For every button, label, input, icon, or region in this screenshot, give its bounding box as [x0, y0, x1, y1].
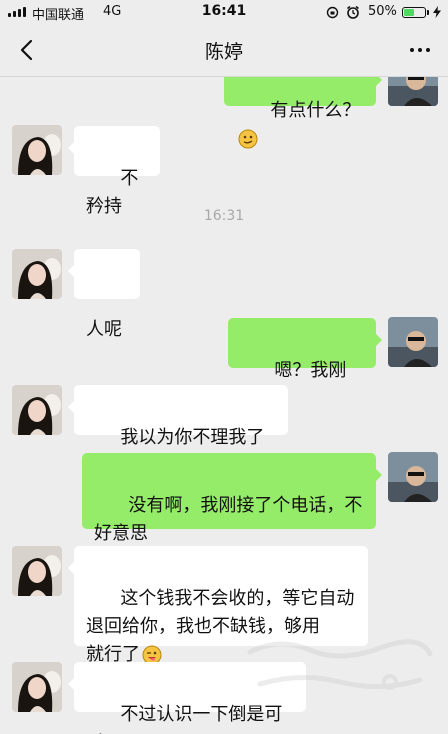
message-bubble-sent[interactable]: 嗯？我刚在忙	[228, 318, 382, 409]
avatar-contact[interactable]	[12, 662, 62, 712]
chat-screen: 有点什么？ 不矜持 16:31 人呢 嗯？我刚在忙	[0, 0, 448, 734]
alarm-icon	[347, 5, 359, 19]
message-list[interactable]: 有点什么？ 不矜持 16:31 人呢 嗯？我刚在忙	[0, 0, 448, 734]
message-text: 人呢	[86, 319, 122, 340]
avatar-contact[interactable]	[12, 249, 62, 299]
avatar-contact[interactable]	[12, 385, 62, 435]
message-text: 我以为你不理我了	[120, 427, 265, 448]
message-text: 有点什么？	[270, 100, 361, 121]
message-bubble-received[interactable]: 不矜持	[68, 126, 160, 217]
avatar-contact[interactable]	[12, 125, 62, 175]
more-dots-icon	[410, 48, 414, 52]
battery-tip	[427, 10, 429, 15]
nav-bar: 陈婷	[0, 24, 448, 77]
charging-icon	[433, 6, 441, 18]
avatar-contact[interactable]	[12, 546, 62, 596]
more-button[interactable]	[402, 36, 438, 64]
status-bar: 中国联通 4G 16:41 50%	[0, 0, 448, 24]
face-emoji	[238, 129, 258, 149]
chat-title: 陈婷	[204, 41, 243, 63]
avatar-self[interactable]	[388, 317, 438, 367]
message-bubble-sent[interactable]: 没有啊，我刚接了个电话，不 好意思	[82, 453, 382, 544]
orientation-lock-icon	[326, 6, 339, 19]
message-text: 不过认识一下倒是可以	[86, 704, 283, 734]
message-bubble-received[interactable]: 我以为你不理我了	[68, 385, 288, 476]
message-timestamp: 16:31	[203, 208, 245, 224]
battery-level	[404, 9, 414, 16]
avatar-self[interactable]	[388, 452, 438, 502]
watermark-logo	[247, 639, 433, 690]
battery-icon	[402, 7, 426, 18]
message-text: 没有啊，我刚接了个电话，不 好意思	[94, 495, 363, 544]
battery-percent: 50%	[368, 4, 397, 19]
message-bubble-received[interactable]: 人呢	[68, 249, 140, 340]
message-bubble-received[interactable]: 这个钱我不会收的，等它自动 退回给你，我也不缺钱，够用 就行了	[68, 546, 368, 665]
